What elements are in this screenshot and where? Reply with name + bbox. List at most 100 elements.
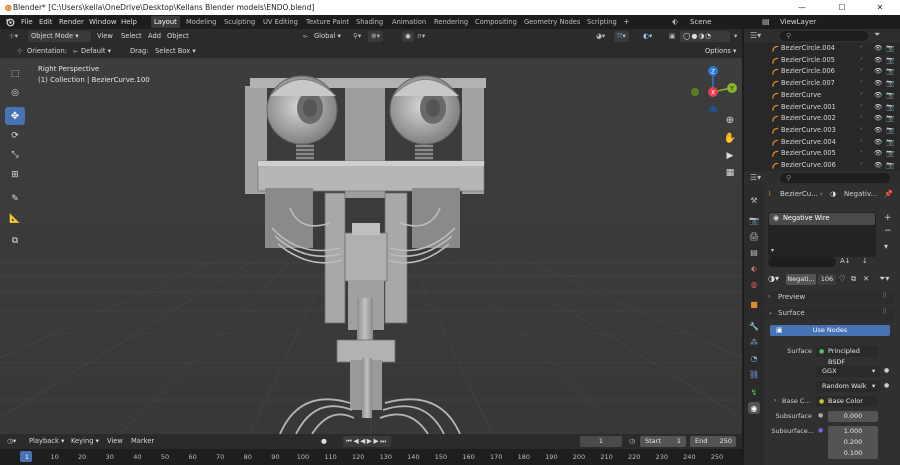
camera-icon[interactable]: 📷 — [886, 125, 894, 137]
shading-mode-buttons[interactable]: ◯●◑◔ — [680, 31, 730, 42]
transform-orientation-dropdown[interactable]: Global ▾ — [311, 31, 344, 42]
tab-scripting[interactable]: Scripting — [584, 16, 620, 28]
eye-icon[interactable]: 👁 — [874, 55, 882, 67]
menu-render[interactable]: Render — [59, 15, 84, 29]
use-nodes-button[interactable]: ▣ Use Nodes — [770, 325, 890, 336]
menu-add[interactable]: Add — [145, 31, 164, 42]
record-icon[interactable]: ● — [318, 436, 330, 447]
keying-dropdown[interactable]: Keying ▾ — [68, 436, 102, 447]
tab-layout[interactable]: Layout — [151, 16, 180, 28]
eye-icon[interactable]: 👁 — [874, 102, 882, 114]
outliner-item[interactable]: BezierCurve ᐟ 👁 📷 — [744, 90, 900, 102]
tab-shading[interactable]: Shading — [353, 16, 386, 28]
fake-user-icon[interactable]: ♡ — [839, 274, 846, 283]
minimize-button[interactable]: — — [782, 0, 822, 15]
view-layer-tab-icon[interactable]: ▤ — [748, 246, 760, 258]
eye-icon[interactable]: 👁 — [874, 90, 882, 102]
camera-icon[interactable]: 📷 — [886, 102, 894, 114]
drag-handle-icon[interactable]: ⠿ — [882, 308, 887, 316]
outliner-item[interactable]: BezierCurve.004 ᐟ 👁 📷 — [744, 137, 900, 149]
tab-rendering[interactable]: Rendering — [431, 16, 471, 28]
cursor-icon[interactable]: ◎ — [5, 84, 25, 102]
material-name-field[interactable]: Negati... — [786, 274, 816, 285]
3d-viewport[interactable]: Right Perspective (1) Collection | Bezie… — [0, 58, 742, 434]
menu-file[interactable]: File — [21, 15, 33, 29]
sort-reverse-icon[interactable]: ↓ — [862, 257, 868, 265]
subsurface-method-dropdown[interactable]: Random Walk ▾ — [816, 381, 880, 392]
options-dropdown[interactable]: Options ▾ — [702, 46, 739, 57]
camera-icon[interactable]: 📷 — [886, 66, 894, 78]
navigation-gizmo[interactable]: Z Y X — [688, 62, 738, 112]
camera-view-icon[interactable]: ▶ — [722, 148, 738, 164]
unlink-material-icon[interactable]: ✕ — [863, 274, 869, 283]
playback-dropdown[interactable]: Playback ▾ — [26, 436, 67, 447]
maximize-button[interactable]: ☐ — [822, 0, 862, 15]
timeline-ruler[interactable]: 1 10 20 30 40 50 60 70 80 90 100 110 120 130 140 150 160… — [0, 449, 742, 465]
scene-selector[interactable]: Scene — [690, 15, 711, 29]
object-tab-icon[interactable]: ■ — [748, 298, 760, 310]
ortho-toggle-icon[interactable]: ▦ — [722, 165, 738, 181]
shading-options-icon[interactable]: ▾ — [731, 31, 740, 42]
properties-editor-icon[interactable]: ☰▾ — [750, 173, 761, 182]
tool-tab-icon[interactable]: ⚒ — [748, 194, 760, 206]
material-tab-icon[interactable]: ◉ — [748, 402, 760, 414]
eye-icon[interactable]: 👁 — [874, 43, 882, 55]
menu-object[interactable]: Object — [164, 31, 192, 42]
outliner-item[interactable]: BezierCurve.002 ᐟ 👁 📷 — [744, 113, 900, 125]
neg-z-axis-icon[interactable] — [709, 106, 717, 112]
tab-compositing[interactable]: Compositing — [472, 16, 520, 28]
subsurface-radius-z[interactable]: 0.100 — [828, 448, 878, 459]
output-tab-icon[interactable]: 🖨 — [748, 230, 760, 242]
snap-icon[interactable]: ⊕▾ — [368, 31, 383, 42]
eye-icon[interactable]: 👁 — [874, 125, 882, 137]
close-button[interactable]: ✕ — [860, 0, 900, 15]
outliner-item[interactable]: BezierCircle.007 ᐟ 👁 📷 — [744, 78, 900, 90]
outliner-item[interactable]: BezierCurve.006 ᐟ 👁 📷 — [744, 160, 900, 171]
subsurface-radius-x[interactable]: 1.000 — [828, 426, 878, 437]
overlay-toggle-icon[interactable]: ◐▾ — [640, 31, 655, 42]
end-frame-field[interactable]: End 250 — [690, 436, 736, 447]
outliner-item[interactable]: BezierCurve.001 ᐟ 👁 📷 — [744, 102, 900, 114]
timeline-view-menu[interactable]: View — [104, 436, 126, 447]
annotate-icon[interactable]: ✎ — [5, 190, 25, 208]
pin-icon[interactable]: 📌 — [884, 190, 893, 198]
camera-icon[interactable]: 📷 — [886, 148, 894, 160]
camera-icon[interactable]: 📷 — [886, 160, 894, 171]
scene-tab-icon[interactable]: ⬖ — [748, 262, 760, 274]
scene-icon[interactable]: ⬖ — [672, 17, 683, 27]
orientation-dropdown[interactable]: Default ▾ — [78, 46, 114, 57]
outliner-item[interactable]: BezierCircle.006 ᐟ 👁 📷 — [744, 66, 900, 78]
editor-type-icon[interactable]: ⊹▾ — [6, 31, 21, 42]
constraints-tab-icon[interactable]: ⛓ — [748, 368, 760, 380]
modifier-tab-icon[interactable]: 🔧 — [748, 320, 760, 332]
playback-controls[interactable]: ⏮◀◀▶▶⏭ — [343, 436, 391, 447]
start-frame-field[interactable]: Start 1 — [640, 436, 686, 447]
preview-panel-header[interactable]: › Preview ⠿ — [764, 291, 894, 304]
view-layer-selector[interactable]: ViewLayer — [780, 15, 816, 29]
distribution-dropdown[interactable]: GGX ▾ — [816, 366, 880, 377]
blender-menu-icon[interactable] — [5, 17, 15, 27]
sort-alpha-icon[interactable]: A↓ — [840, 257, 851, 265]
outliner-item[interactable]: BezierCircle.004 ᐟ 👁 📷 — [744, 43, 900, 55]
outliner-search-input[interactable]: ⚲ — [780, 31, 868, 41]
tab-uv-editing[interactable]: UV Editing — [260, 16, 301, 28]
tab-modeling[interactable]: Modeling — [183, 16, 219, 28]
camera-icon[interactable]: 📷 — [886, 137, 894, 149]
menu-window[interactable]: Window — [89, 15, 117, 29]
outliner-editor-icon[interactable]: ☰▾ — [750, 31, 761, 40]
neg-y-axis-icon[interactable] — [691, 88, 699, 96]
outliner-item[interactable]: BezierCurve.005 ᐟ 👁 📷 — [744, 148, 900, 160]
preview-range-icon[interactable]: ◷ — [626, 436, 638, 447]
material-slot-item[interactable]: ◉ Negative Wire — [769, 213, 875, 225]
measure-icon[interactable]: 📐 — [5, 210, 25, 228]
proportional-edit-icon[interactable]: ◉ — [402, 31, 414, 42]
expand-arrow-icon[interactable]: › — [774, 397, 776, 404]
tab-animation[interactable]: Animation — [389, 16, 429, 28]
timeline-marker-menu[interactable]: Marker — [128, 436, 157, 447]
scale-icon[interactable]: ⤡ — [5, 146, 25, 164]
user-count-badge[interactable]: 106 — [818, 274, 836, 285]
visibility-icon[interactable]: ◕▾ — [593, 31, 608, 42]
camera-icon[interactable]: 📷 — [886, 78, 894, 90]
timeline-editor-icon[interactable]: ◷▾ — [4, 436, 19, 447]
particles-tab-icon[interactable]: ⁂ — [748, 336, 760, 348]
